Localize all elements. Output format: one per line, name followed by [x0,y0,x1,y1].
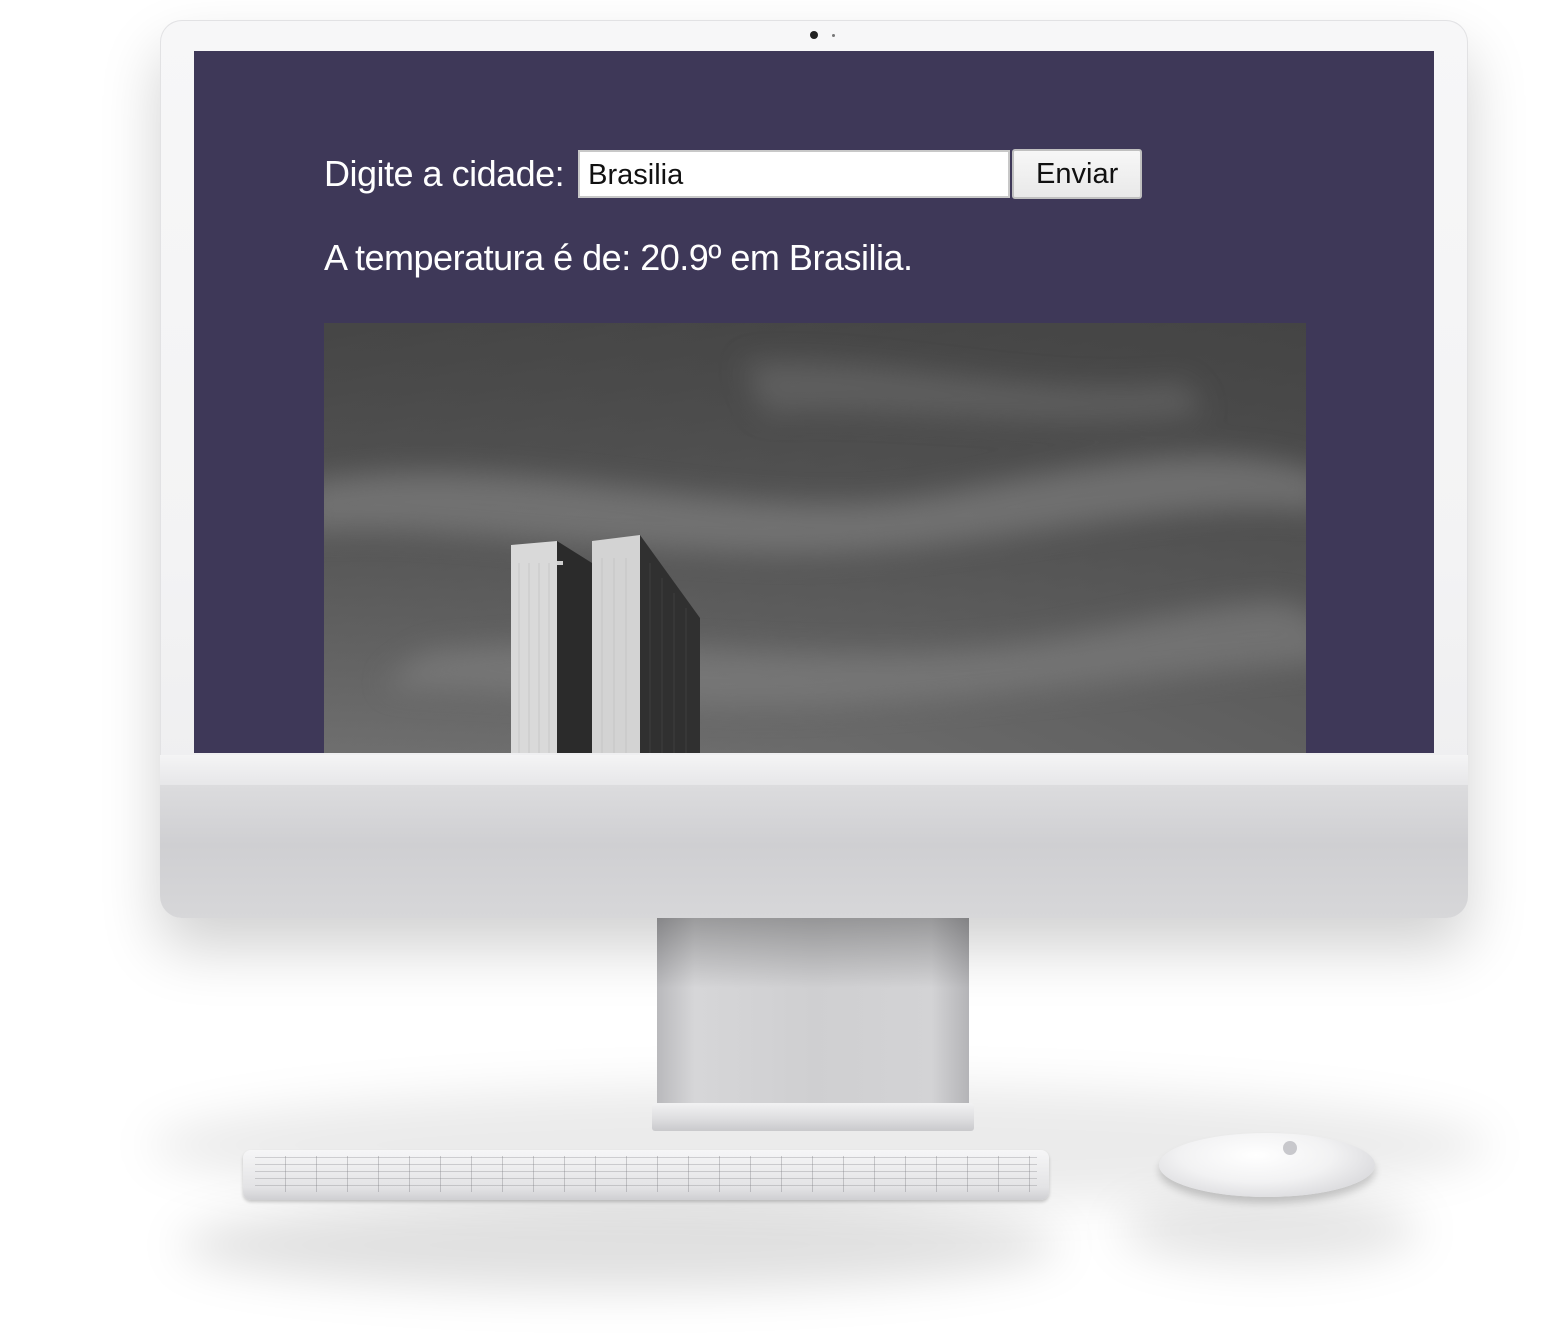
camera-icon [810,31,818,39]
city-photo [324,323,1306,753]
keyboard-keys [255,1156,1037,1192]
mockup-scene: Digite a cidade: Enviar A temperatura é … [0,0,1568,1340]
monitor-bezel-bottom [160,755,1468,785]
mouse-shadow [1120,1195,1420,1265]
monitor-stand [657,918,969,1114]
brasilia-congress-photo [324,323,1306,753]
monitor-chin [160,785,1468,918]
camera-sensor-icon [832,34,835,37]
stand-shadow [657,918,969,988]
stand-foot [652,1103,974,1131]
browser-viewport: Digite a cidade: Enviar A temperatura é … [194,51,1434,753]
temperature-result: A temperatura é de: 20.9º em Brasilia. [324,237,913,278]
imac-monitor: Digite a cidade: Enviar A temperatura é … [160,20,1468,918]
send-button[interactable]: Enviar [1012,149,1143,199]
apple-logo-icon [1283,1141,1297,1155]
mouse [1159,1133,1375,1197]
keyboard-shadow [180,1200,1060,1290]
city-input[interactable] [578,150,1011,198]
city-form: Digite a cidade: Enviar [324,149,1143,199]
city-label: Digite a cidade: [324,153,565,194]
keyboard [243,1150,1049,1200]
